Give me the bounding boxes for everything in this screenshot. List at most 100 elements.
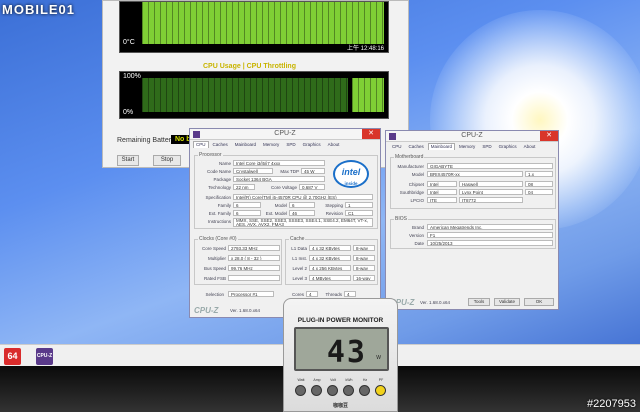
selection-label: Selection — [205, 292, 224, 297]
cpuz-mainboard-window: CPU-Z ✕ CPU Caches Mainboard Memory SPD Graph… — [385, 130, 559, 310]
meter-key-button[interactable] — [343, 385, 354, 396]
remaining-battery-label: Remaining Battery: — [117, 137, 177, 144]
start-button[interactable]: Start — [117, 155, 139, 166]
l1-inst-label: L1 Inst. — [292, 256, 307, 261]
power-meter-device: PLUG-IN POWER MONITOR 43 W Watt Amp Volt kW… — [283, 298, 398, 412]
tab-graphics[interactable]: Graphics — [300, 141, 324, 148]
cpuz-board-tab-bar: CPU Caches Mainboard Memory SPD Graphics About — [386, 142, 558, 151]
cpuz-board-version: Ver. 1.68.0.x64 — [420, 300, 451, 305]
tab-caches[interactable]: Caches — [210, 141, 231, 148]
chipset-label: Chipset — [408, 182, 424, 187]
family-label: Family — [217, 203, 231, 208]
clocks-group-label: Clocks (Core #0) — [198, 236, 238, 242]
power-unit: W — [376, 355, 381, 361]
close-icon[interactable]: ✕ — [362, 129, 380, 139]
cpuz-board-title: CPU-Z — [461, 132, 483, 139]
tab-cpu[interactable]: CPU — [389, 143, 405, 150]
cpuz-board-footer: CPU-Z Ver. 1.68.0.x64 Tools Validate OK — [390, 297, 554, 307]
tab-mainboard[interactable]: Mainboard — [232, 141, 259, 148]
multiplier-label: Multiplier — [207, 256, 226, 261]
cpuz-taskbar-icon[interactable]: CPU-Z — [36, 348, 53, 365]
processor-group-label: Processor — [198, 152, 223, 158]
ok-button[interactable]: OK — [524, 298, 554, 306]
power-meter-lcd: 43 W — [294, 327, 389, 371]
level2-way: 8-way — [353, 265, 375, 271]
tools-button[interactable]: Tools — [468, 298, 490, 306]
close-icon[interactable]: ✕ — [540, 131, 558, 141]
watermark-logo-text: MOBILE01 — [2, 2, 76, 17]
bios-brand-label: Brand — [411, 225, 424, 230]
package-label: Package — [213, 177, 231, 182]
meter-key-label: Watt — [297, 378, 305, 382]
lpcio-label: LPCIO — [410, 198, 424, 203]
usage-title-sep: | — [242, 63, 245, 70]
southbridge-rev: 04 — [525, 189, 553, 195]
tab-cpu[interactable]: CPU — [193, 141, 209, 148]
meter-key-label: kWh — [345, 378, 353, 382]
tab-memory[interactable]: Memory — [260, 141, 282, 148]
board-model-label: Model — [411, 172, 424, 177]
stepping-field: 1 — [345, 202, 373, 208]
bios-group-label: BIOS — [394, 216, 408, 222]
level3-way: 16-way — [353, 275, 375, 281]
validate-button[interactable]: Validate — [494, 298, 520, 306]
power-reading: 43 — [326, 335, 367, 370]
throttle-title-text: CPU Throttling — [246, 63, 296, 70]
name-label: Name — [218, 161, 231, 166]
specification-label: Specification — [205, 195, 231, 200]
bios-brand-field: American Megatrends Inc. — [427, 224, 553, 230]
cpuz-taskbar-label: CPU-Z — [36, 353, 53, 359]
usage-graph-high — [352, 78, 384, 112]
meter-key-button[interactable] — [311, 385, 322, 396]
cpuz-version: Ver. 1.68.0.x64 — [230, 308, 261, 313]
meter-key-label: PF — [378, 378, 384, 382]
level2-label: Level 2 — [292, 266, 307, 271]
meter-key-button[interactable] — [327, 385, 338, 396]
cpu-usage-graph: 100% 0% — [119, 71, 389, 119]
tab-spd[interactable]: SPD — [283, 141, 298, 148]
tab-graphics[interactable]: Graphics — [496, 143, 520, 150]
l1-data-field: 4 x 32 KBytes — [309, 245, 351, 251]
core-speed-field: 2793.33 MHz — [228, 245, 280, 251]
core-voltage-label: Core Voltage — [270, 185, 297, 190]
temp-min-label: 0°C — [123, 39, 135, 46]
rated-fsb-field — [228, 275, 280, 281]
cpuz-cpu-window: CPU-Z ✕ CPU Caches Mainboard Memory SPD Graph… — [189, 128, 381, 318]
usage-graph-title: CPU Usage | CPU Throttling — [203, 63, 296, 70]
usage-min-label: 0% — [123, 109, 134, 116]
tab-caches[interactable]: Caches — [406, 143, 427, 150]
board-model-rev: 1.x — [525, 171, 553, 177]
tab-mainboard[interactable]: Mainboard — [427, 143, 456, 150]
lpcio-field: ITE — [427, 197, 457, 203]
cpuz-board-titlebar: CPU-Z ✕ — [386, 131, 558, 142]
tab-spd[interactable]: SPD — [479, 143, 494, 150]
technology-label: Technology — [208, 185, 231, 190]
bus-speed-field: 99.76 MHz — [228, 265, 280, 271]
cpuz-tab-bar: CPU Caches Mainboard Memory SPD Graphics About — [190, 140, 380, 149]
bios-date-field: 10/25/2013 — [427, 240, 553, 246]
stop-button[interactable]: Stop — [153, 155, 181, 166]
model-label: Model — [274, 203, 287, 208]
temp-timestamp: 上午 12:48:16 — [346, 46, 384, 52]
threads-field: 4 — [344, 291, 356, 297]
motherboard-group-label: Motherboard — [394, 154, 425, 160]
level3-field: 4 MBytes — [309, 275, 351, 281]
cpuz-title: CPU-Z — [274, 130, 296, 137]
meter-key-label: Hz — [362, 378, 368, 382]
meter-key-button[interactable] — [375, 385, 386, 396]
family-field: 6 — [233, 202, 261, 208]
meter-key-button[interactable] — [295, 385, 306, 396]
manufacturer-label: Manufacturer — [397, 164, 424, 169]
technology-field: 22 nm — [233, 184, 255, 190]
bios-version-field: F1 — [427, 232, 553, 238]
selection-dropdown[interactable]: Processor #1 — [228, 291, 274, 297]
tab-memory[interactable]: Memory — [456, 143, 478, 150]
power-meter-brand: 咖咖豆 — [332, 403, 348, 409]
tab-about[interactable]: About — [325, 141, 343, 148]
meter-key-button[interactable] — [359, 385, 370, 396]
manufacturer-field: GIGABYTE — [427, 163, 553, 169]
aida64-taskbar-icon[interactable]: 64 — [4, 348, 21, 365]
revision-field: C1 — [345, 210, 373, 216]
threads-label: Threads — [325, 292, 342, 297]
tab-about[interactable]: About — [521, 143, 539, 150]
